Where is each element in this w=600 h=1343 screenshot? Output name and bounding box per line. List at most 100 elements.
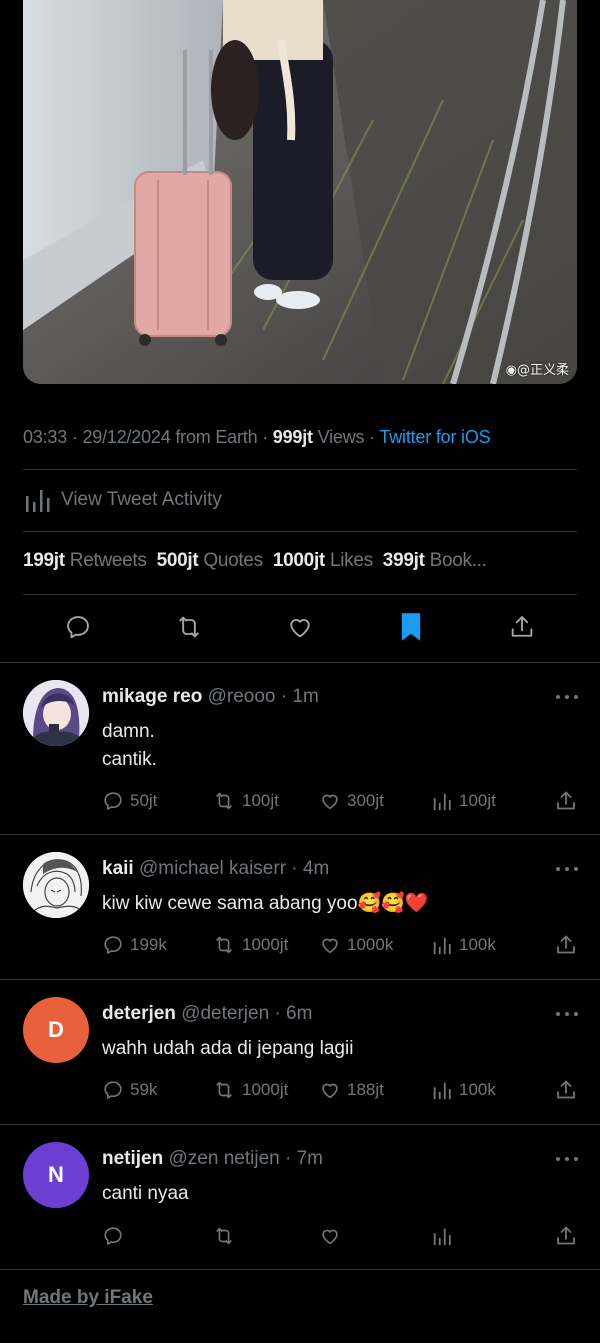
divider (23, 469, 577, 470)
heart-icon (290, 619, 310, 638)
reply-like-button[interactable]: 300jt (319, 787, 384, 815)
reply-actions: 59k 1000jt 188jt 100k (0, 1076, 600, 1104)
reply-retweet-button[interactable] (212, 1222, 236, 1250)
reply-share-button[interactable] (554, 1076, 578, 1104)
heart-icon (322, 1229, 338, 1245)
reply-like-button[interactable]: 1000k (319, 931, 393, 959)
reply-handle[interactable]: @michael kaiserr (139, 858, 286, 879)
more-options-button[interactable] (556, 864, 578, 874)
reply-share-button[interactable] (554, 931, 578, 959)
reply-retweet-button[interactable]: 1000jt (212, 1076, 288, 1104)
like-button[interactable] (285, 612, 315, 642)
reply-count: 199k (130, 935, 167, 954)
divider (23, 594, 577, 595)
avatar[interactable] (23, 680, 89, 746)
stat-bookmarks[interactable]: 399jt Book... (383, 550, 497, 571)
avatar-initial: N (48, 1162, 64, 1187)
reply-like-button[interactable]: 188jt (319, 1076, 384, 1104)
retweet-count: 1000jt (242, 935, 289, 954)
avatar[interactable]: D (23, 997, 89, 1063)
retweet-icon (216, 936, 232, 954)
reply-reply-button[interactable]: 59k (102, 1076, 157, 1104)
reply-item[interactable]: kaii @michael kaiserr · 4m kiw kiw cewe … (0, 834, 600, 979)
bookmark-icon (401, 613, 421, 641)
analytics-icon (433, 1082, 451, 1100)
footer-credit-link[interactable]: Made by iFake (23, 1287, 153, 1309)
analytics-icon (433, 793, 451, 811)
reply-icon (67, 616, 89, 639)
tweet-photo[interactable]: ◉@正义柔 (23, 0, 577, 384)
activity-label: View Tweet Activity (61, 489, 222, 510)
reply-reply-button[interactable]: 199k (102, 931, 167, 959)
reply-handle[interactable]: @deterjen (181, 1003, 269, 1024)
reply-name[interactable]: netijen (102, 1148, 163, 1169)
share-icon (557, 1080, 575, 1099)
reply-like-button[interactable] (319, 1222, 341, 1250)
stat-likes[interactable]: 1000jt Likes (273, 550, 383, 571)
divider (0, 1269, 600, 1270)
reply-handle[interactable]: @reooo (208, 686, 276, 707)
reply-item[interactable]: N netijen @zen netijen · 7m canti nyaa (0, 1124, 600, 1269)
view-tweet-activity[interactable]: View Tweet Activity (23, 486, 222, 514)
client-link[interactable]: Twitter for iOS (379, 427, 490, 447)
reply-views-button[interactable] (431, 1222, 453, 1250)
more-options-button[interactable] (556, 1154, 578, 1164)
stat-count: 399jt (382, 550, 425, 571)
stat-count: 500jt (156, 550, 199, 571)
reply-handle[interactable]: @zen netijen (169, 1148, 280, 1169)
more-options-button[interactable] (556, 692, 578, 702)
reply-item[interactable]: mikage reo @reooo · 1m damn. cantik. 50j… (0, 662, 600, 835)
avatar[interactable]: N (23, 1142, 89, 1208)
share-icon (557, 1226, 575, 1245)
reply-reply-button[interactable] (102, 1222, 124, 1250)
views-label: Views (317, 427, 365, 447)
reply-name[interactable]: deterjen (102, 1003, 176, 1024)
stat-count: 199jt (23, 550, 65, 571)
like-count: 188jt (347, 1080, 384, 1099)
stat-count: 1000jt (272, 550, 325, 571)
stat-quotes[interactable]: 500jt Quotes (157, 550, 273, 571)
retweet-button[interactable] (174, 612, 204, 642)
stat-retweets[interactable]: 199jt Retweets (23, 550, 157, 571)
reply-retweet-button[interactable]: 1000jt (212, 931, 288, 959)
bookmark-button[interactable] (396, 612, 426, 642)
reply-name[interactable]: kaii (102, 858, 134, 879)
avatar-initial: D (48, 1017, 64, 1042)
heart-icon (322, 794, 338, 810)
reply-retweet-button[interactable]: 100jt (212, 787, 279, 815)
heart-icon (322, 938, 338, 954)
share-icon (557, 791, 575, 810)
avatar-illustration-anime (23, 680, 89, 746)
reply-views-button[interactable]: 100k (431, 931, 496, 959)
tweet-date: 29/12/2024 (82, 427, 171, 447)
reply-button[interactable] (63, 612, 93, 642)
reply-icon (104, 1227, 122, 1245)
share-button[interactable] (507, 612, 537, 642)
more-options-button[interactable] (556, 1009, 578, 1019)
retweet-icon (216, 1081, 232, 1099)
reply-share-button[interactable] (554, 787, 578, 815)
reply-name[interactable]: mikage reo (102, 686, 202, 707)
avatar[interactable] (23, 852, 89, 918)
reply-time: 7m (296, 1148, 324, 1169)
views-count: 999jt (272, 427, 313, 447)
heart-icon (322, 1083, 338, 1099)
reply-icon (104, 792, 122, 810)
reply-count: 59k (130, 1080, 158, 1099)
reply-share-button[interactable] (554, 1222, 578, 1250)
reply-views-button[interactable]: 100jt (431, 787, 496, 815)
reply-reply-button[interactable]: 50jt (102, 787, 157, 815)
reply-text: damn. cantik. (102, 721, 157, 770)
tweet-meta: 03:33 · 29/12/2024 from Earth · 999jt Vi… (23, 427, 491, 447)
reply-icon (104, 936, 122, 954)
reply-header: kaii @michael kaiserr · 4m (102, 858, 330, 879)
reply-text: canti nyaa (102, 1183, 189, 1204)
reply-views-button[interactable]: 100k (431, 1076, 496, 1104)
retweet-count: 100jt (242, 791, 279, 810)
reply-item[interactable]: D deterjen @deterjen · 6m wahh udah ada … (0, 979, 600, 1124)
tweet-location: from Earth (175, 427, 258, 447)
like-count: 1000k (347, 935, 394, 954)
tweet-time: 03:33 (23, 427, 68, 447)
retweet-count: 1000jt (242, 1080, 289, 1099)
reply-icon (104, 1081, 122, 1099)
